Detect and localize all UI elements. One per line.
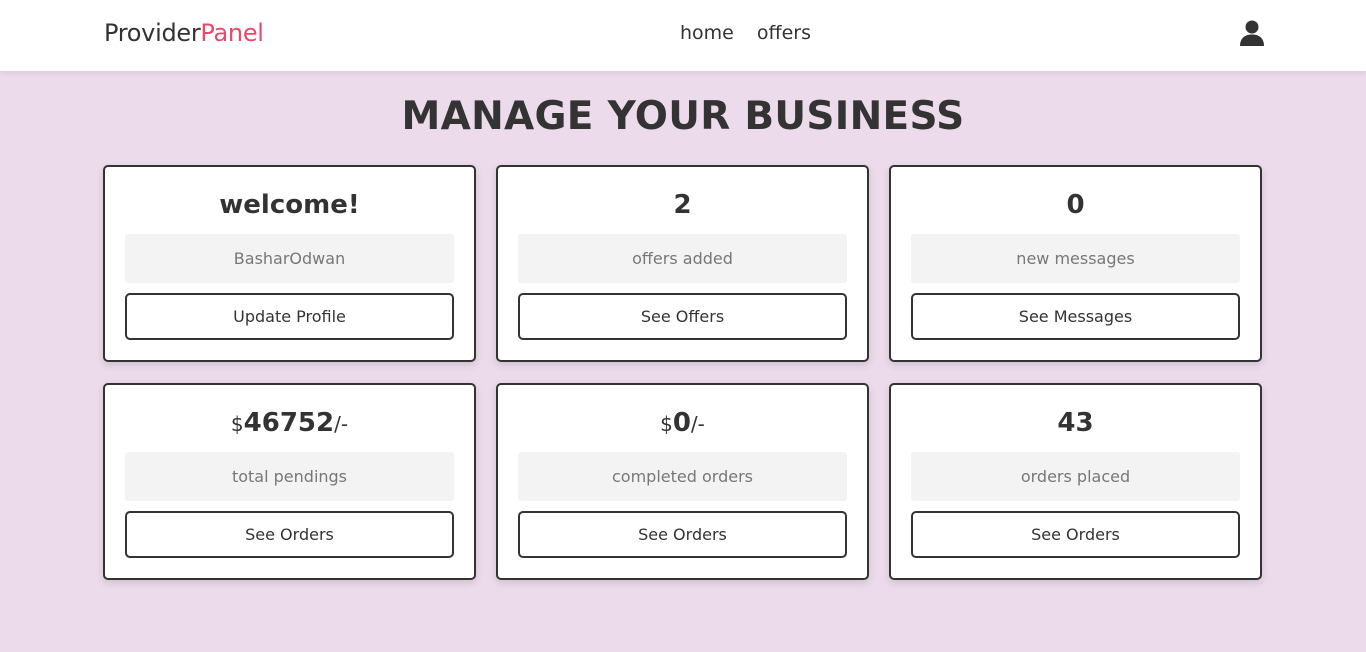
card-value: welcome!: [105, 187, 474, 223]
card-label: offers added: [518, 234, 847, 283]
update-profile-button[interactable]: Update Profile: [125, 293, 454, 340]
card-value-text: welcome!: [219, 190, 360, 220]
card-value-text: 46752: [243, 408, 335, 438]
see-orders-button[interactable]: See Orders: [125, 511, 454, 558]
currency-symbol: $: [660, 412, 673, 436]
see-offers-button[interactable]: See Offers: [518, 293, 847, 340]
card-welcome: welcome! BasharOdwan Update Profile: [103, 165, 476, 362]
currency-symbol: $: [230, 412, 244, 436]
card-value: $0/-: [498, 405, 867, 442]
dashboard-cards: welcome! BasharOdwan Update Profile 2 of…: [103, 165, 1263, 580]
logo-text-accent: Panel: [200, 19, 264, 47]
card-value-text: 0: [1066, 190, 1085, 220]
card-value: 43: [891, 405, 1260, 441]
card-pendings: $46752/- total pendings See Orders: [103, 383, 476, 580]
main-nav: home offers: [680, 22, 811, 44]
card-completed: $0/- completed orders See Orders: [496, 383, 869, 580]
value-suffix: /-: [690, 412, 705, 436]
user-icon[interactable]: [1240, 20, 1264, 46]
value-suffix: /-: [334, 412, 349, 436]
card-label: completed orders: [518, 452, 847, 501]
card-value-text: 43: [1057, 408, 1094, 438]
card-value-text: 2: [673, 190, 692, 220]
see-messages-button[interactable]: See Messages: [911, 293, 1240, 340]
card-value: 0: [891, 187, 1260, 223]
nav-link-offers[interactable]: offers: [757, 22, 811, 44]
card-label: new messages: [911, 234, 1240, 283]
card-orders-placed: 43 orders placed See Orders: [889, 383, 1262, 580]
card-value: $46752/-: [105, 405, 474, 442]
header: ProviderPanel home offers: [0, 0, 1366, 71]
logo[interactable]: ProviderPanel: [104, 19, 264, 47]
card-messages: 0 new messages See Messages: [889, 165, 1262, 362]
card-value: 2: [498, 187, 867, 223]
see-orders-button[interactable]: See Orders: [911, 511, 1240, 558]
card-label: total pendings: [125, 452, 454, 501]
card-value-text: 0: [672, 408, 691, 438]
logo-text-main: Provider: [104, 19, 201, 47]
card-label: orders placed: [911, 452, 1240, 501]
card-label: BasharOdwan: [125, 234, 454, 283]
page-title: MANAGE YOUR BUSINESS: [401, 94, 965, 139]
nav-link-home[interactable]: home: [680, 22, 734, 44]
card-offers: 2 offers added See Offers: [496, 165, 869, 362]
see-orders-button[interactable]: See Orders: [518, 511, 847, 558]
